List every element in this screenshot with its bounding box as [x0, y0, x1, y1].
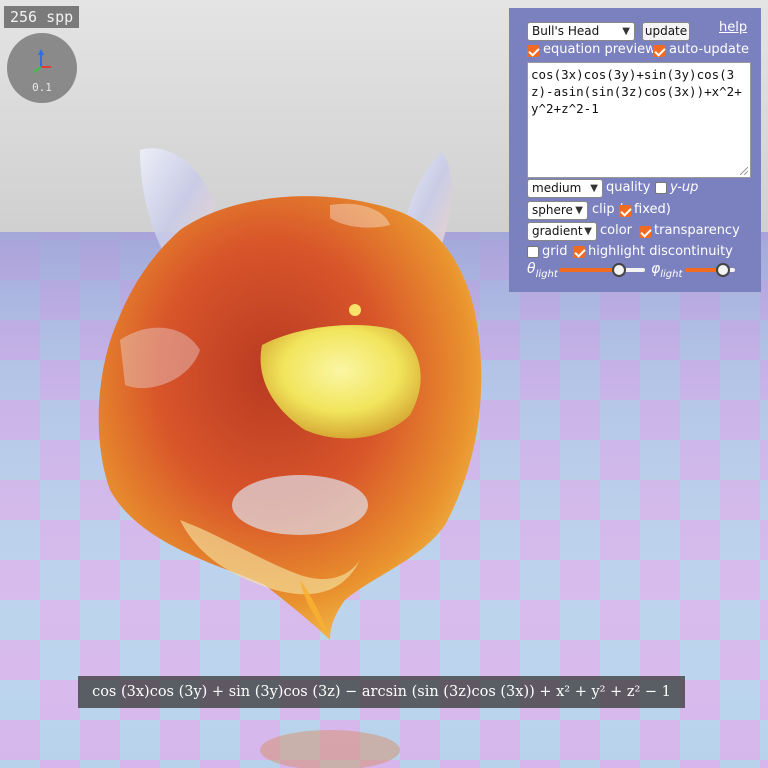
- axis-scale-label: 0.1: [32, 81, 52, 94]
- preset-select-value: Bull's Head: [532, 24, 600, 38]
- chevron-down-icon: ▼: [584, 226, 592, 237]
- theta-light-slider[interactable]: [559, 268, 645, 272]
- theta-light-slider-handle[interactable]: [612, 263, 626, 277]
- theta-light-label: θlight: [527, 261, 558, 280]
- clip-select-value: sphere: [532, 203, 573, 217]
- update-button[interactable]: update: [642, 22, 690, 41]
- chevron-down-icon: ▼: [622, 26, 630, 37]
- equation-preview-checkbox[interactable]: [527, 45, 539, 57]
- color-select[interactable]: gradient ▼: [527, 222, 597, 241]
- chevron-down-icon: ▼: [575, 205, 583, 216]
- quality-select-value: medium: [532, 181, 582, 195]
- phi-light-label: φlight: [651, 261, 682, 280]
- equation-preview: cos (3x)cos (3y) + sin (3y)cos (3z) − ar…: [78, 676, 685, 708]
- highlight-discontinuity-checkbox[interactable]: [573, 246, 585, 258]
- quality-label: quality: [606, 180, 651, 195]
- quality-select[interactable]: medium ▼: [527, 179, 603, 198]
- y-up-checkbox[interactable]: [655, 182, 667, 194]
- help-link[interactable]: help: [719, 20, 747, 35]
- grid-checkbox[interactable]: [527, 246, 539, 258]
- color-select-value: gradient: [532, 224, 583, 238]
- highlight-discontinuity-label: highlight discontinuity: [588, 244, 733, 259]
- equation-preview-label: equation preview: [543, 42, 656, 57]
- y-up-label: y-up: [670, 180, 699, 195]
- preset-select[interactable]: Bull's Head ▼: [527, 22, 635, 41]
- transparency-label: transparency: [654, 223, 740, 238]
- grid-label: grid: [542, 244, 568, 259]
- transparency-checkbox[interactable]: [639, 226, 651, 238]
- clip-select[interactable]: sphere ▼: [527, 201, 588, 220]
- auto-update-checkbox[interactable]: [653, 45, 665, 57]
- samples-per-pixel-label: 256 spp: [4, 6, 80, 28]
- auto-update-label: auto-update: [669, 42, 749, 57]
- equation-input[interactable]: cos(3x)cos(3y)+sin(3y)cos(3z)-asin(sin(3…: [527, 62, 751, 178]
- theta-subscript: light: [535, 268, 558, 280]
- clip-fixed-checkbox[interactable]: [619, 205, 631, 217]
- axis-gizmo[interactable]: 0.1: [7, 33, 77, 103]
- control-panel: Bull's Head ▼ update help equation previ…: [509, 8, 761, 292]
- resize-grip-icon[interactable]: [740, 167, 748, 175]
- phi-symbol: φ: [651, 261, 661, 277]
- phi-light-slider-handle[interactable]: [716, 263, 730, 277]
- theta-symbol: θ: [527, 261, 536, 277]
- chevron-down-icon: ▼: [590, 183, 598, 194]
- clip-fixed-label: fixed): [634, 202, 671, 217]
- color-label: color: [600, 223, 633, 238]
- equation-text: cos(3x)cos(3y)+sin(3y)cos(3z)-asin(sin(3…: [531, 67, 742, 116]
- phi-subscript: light: [660, 268, 683, 280]
